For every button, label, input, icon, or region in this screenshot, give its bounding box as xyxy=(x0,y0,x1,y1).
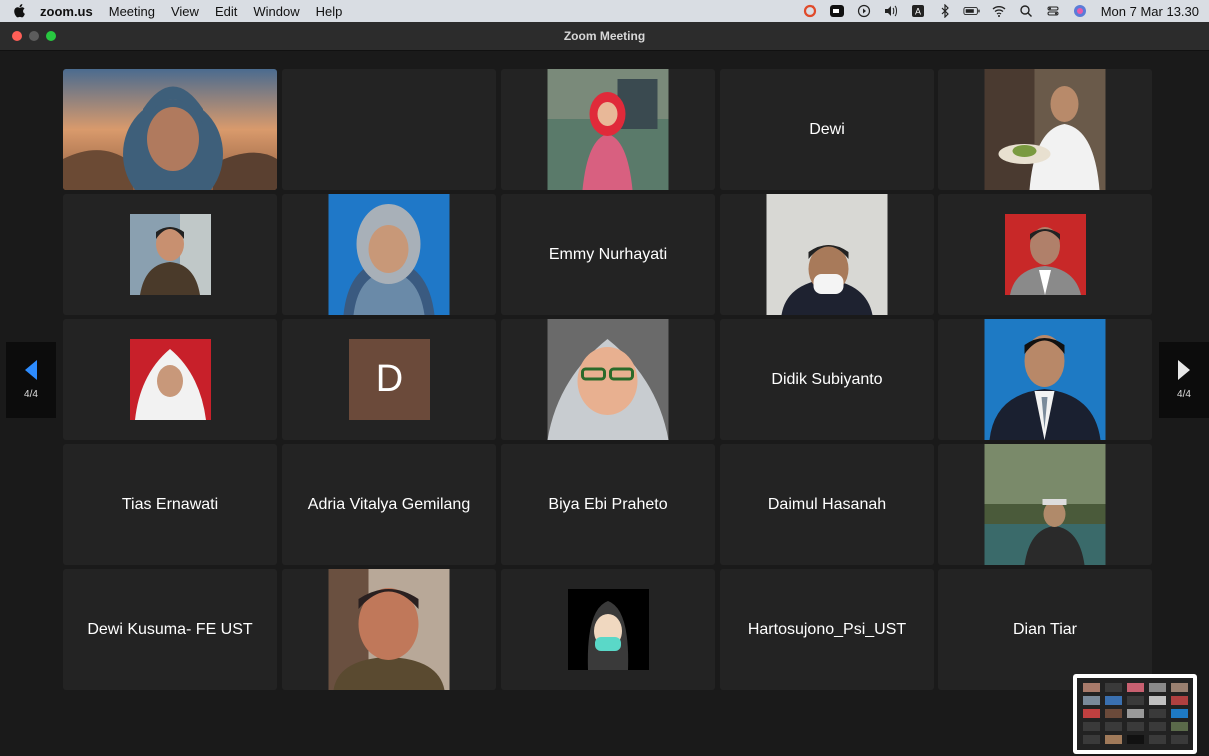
participant-tile[interactable]: Dewi xyxy=(720,69,934,190)
participant-tile[interactable] xyxy=(501,319,715,440)
window-title: Zoom Meeting xyxy=(563,29,646,43)
keyboard-input-icon[interactable]: A xyxy=(909,2,927,20)
volume-icon[interactable] xyxy=(882,2,900,20)
control-center-icon[interactable] xyxy=(1044,2,1062,20)
participant-photo xyxy=(328,194,450,315)
participant-photo xyxy=(568,589,649,670)
menu-view[interactable]: View xyxy=(171,4,199,19)
floating-meeting-thumbnail[interactable] xyxy=(1073,674,1197,754)
siri-icon[interactable] xyxy=(1071,2,1089,20)
participant-photo xyxy=(984,69,1106,190)
participant-tile[interactable]: Adria Vitalya Gemilang xyxy=(282,444,496,565)
participant-photo xyxy=(547,69,669,190)
menu-meeting[interactable]: Meeting xyxy=(109,4,155,19)
participant-tile[interactable]: Hartosujono_Psi_UST xyxy=(720,569,934,690)
participant-tile[interactable]: D xyxy=(282,319,496,440)
participant-name: Adria Vitalya Gemilang xyxy=(307,495,471,513)
menubar-clock[interactable]: Mon 7 Mar 13.30 xyxy=(1101,4,1199,19)
participant-tile[interactable] xyxy=(938,69,1152,190)
menu-window[interactable]: Window xyxy=(253,4,299,19)
participant-photo xyxy=(130,214,211,295)
participant-tile[interactable] xyxy=(501,569,715,690)
participant-name: Dewi Kusuma- FE UST xyxy=(87,620,253,638)
window-titlebar: Zoom Meeting xyxy=(0,22,1209,51)
app-menu-zoom[interactable]: zoom.us xyxy=(40,4,93,19)
participant-photo xyxy=(984,444,1106,565)
participant-photo xyxy=(547,319,669,440)
participant-name: Dian Tiar xyxy=(1012,620,1078,638)
next-page-button[interactable]: 4/4 xyxy=(1159,342,1209,418)
participant-name: Biya Ebi Praheto xyxy=(548,495,668,513)
participant-photo xyxy=(130,339,211,420)
participant-tile[interactable] xyxy=(282,569,496,690)
chevron-right-icon xyxy=(1178,360,1190,380)
participant-name: Didik Subiyanto xyxy=(771,370,883,388)
macos-menubar: zoom.us Meeting View Edit Window Help A … xyxy=(0,0,1209,22)
battery-icon[interactable] xyxy=(963,2,981,20)
participant-tile[interactable] xyxy=(282,194,496,315)
participant-name: Hartosujono_Psi_UST xyxy=(747,620,907,638)
participant-name: Emmy Nurhayati xyxy=(548,245,668,263)
participant-tile[interactable] xyxy=(938,319,1152,440)
participant-tile[interactable]: Dian Tiar xyxy=(938,569,1152,690)
participant-tile[interactable] xyxy=(63,319,277,440)
participant-tile[interactable]: Dewi Kusuma- FE UST xyxy=(63,569,277,690)
participant-tile[interactable]: Emmy Nurhayati xyxy=(501,194,715,315)
participant-photo xyxy=(766,194,888,315)
sync-icon[interactable] xyxy=(801,2,819,20)
page-indicator: 4/4 xyxy=(1177,389,1191,400)
participant-tile[interactable]: Tias Ernawati xyxy=(63,444,277,565)
participant-tile[interactable] xyxy=(63,69,277,190)
participant-avatar: D xyxy=(349,339,430,420)
participant-photo xyxy=(1005,214,1086,295)
participant-tile[interactable]: Didik Subiyanto xyxy=(720,319,934,440)
zoom-app-icon[interactable] xyxy=(828,2,846,20)
participant-photo xyxy=(984,319,1106,440)
participant-name: Dewi xyxy=(809,120,845,138)
participant-name: Tias Ernawati xyxy=(121,495,219,513)
participant-tile[interactable] xyxy=(501,69,715,190)
participant-tile[interactable] xyxy=(720,194,934,315)
participant-tile[interactable]: Biya Ebi Praheto xyxy=(501,444,715,565)
svg-text:A: A xyxy=(915,7,921,17)
participant-photo xyxy=(328,569,450,690)
participant-tile[interactable]: Daimul Hasanah xyxy=(720,444,934,565)
page-indicator: 4/4 xyxy=(24,389,38,400)
participant-name: Daimul Hasanah xyxy=(767,495,887,513)
chevron-left-icon xyxy=(25,360,37,380)
thumbnail-gallery-preview xyxy=(1077,678,1193,750)
menu-edit[interactable]: Edit xyxy=(215,4,237,19)
participant-tile[interactable] xyxy=(938,444,1152,565)
participant-tile[interactable] xyxy=(938,194,1152,315)
play-icon[interactable] xyxy=(855,2,873,20)
participant-tile-empty[interactable] xyxy=(282,69,496,190)
participant-video xyxy=(63,69,277,190)
menu-help[interactable]: Help xyxy=(316,4,343,19)
previous-page-button[interactable]: 4/4 xyxy=(6,342,56,418)
apple-menu-icon[interactable] xyxy=(12,4,26,18)
gallery-view: Dewi Emmy Nurhayati D Didik Subiyanto Ti… xyxy=(0,51,1209,756)
participant-tile[interactable] xyxy=(63,194,277,315)
bluetooth-icon[interactable] xyxy=(936,2,954,20)
spotlight-search-icon[interactable] xyxy=(1017,2,1035,20)
menubar-status-area: A Mon 7 Mar 13.30 xyxy=(792,0,1199,22)
wifi-icon[interactable] xyxy=(990,2,1008,20)
